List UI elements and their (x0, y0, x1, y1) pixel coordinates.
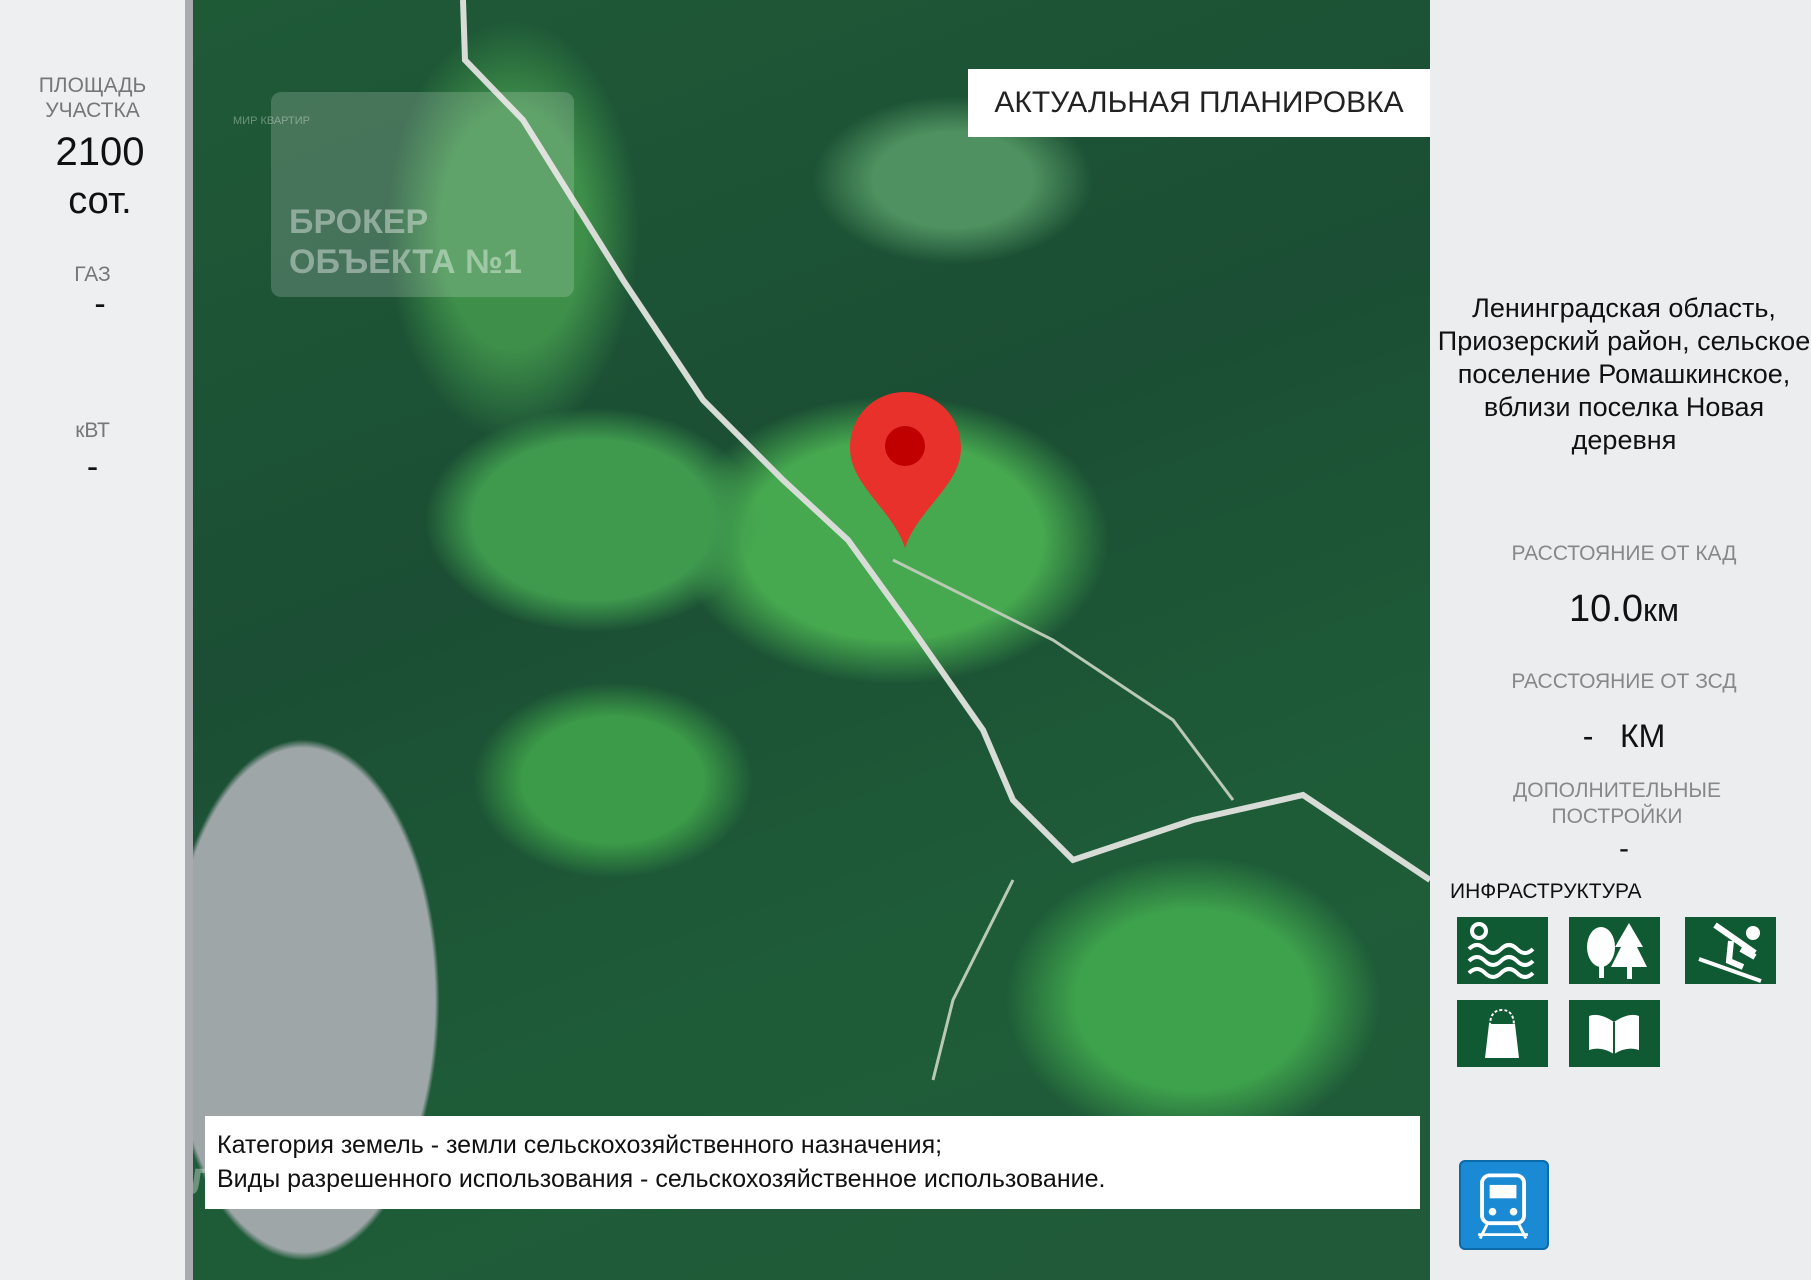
watermark-text: БРОКЕР ОБЪЕКТА №1 (289, 203, 522, 281)
zsd-unit: КМ (1620, 718, 1666, 754)
area-value: 2100 (55, 130, 145, 174)
shopping-icon (1457, 1000, 1548, 1067)
caption-line-2: Виды разрешенного использования - сельск… (217, 1165, 1106, 1193)
train-icon (1459, 1160, 1549, 1250)
map-title: АКТУАЛЬНАЯ ПЛАНИРОВКА (968, 69, 1430, 137)
gas-value: - (94, 285, 106, 323)
caption-line-1: Категория земель - земли сельскохозяйств… (217, 1131, 943, 1159)
forest-icon (1569, 917, 1660, 984)
location-pin-icon[interactable] (848, 390, 963, 550)
area-unit: сот. (68, 180, 132, 222)
book-icon (1569, 1000, 1660, 1067)
zsd-distance: - КМ (1437, 718, 1811, 755)
address: Ленинградская область, Приозерский район… (1437, 293, 1811, 455)
power-value: - (86, 448, 99, 486)
watermark-logo: МИР КВАРТИР (233, 115, 310, 127)
kad-label: РАССТОЯНИЕ ОТ КАД (1511, 542, 1737, 565)
zsd-value: - (1582, 718, 1594, 754)
power-label: кВТ (75, 419, 110, 442)
broker-watermark: БРОКЕР ОБЪЕКТА №1 (271, 92, 574, 297)
zsd-label: РАССТОЯНИЕ ОТ ЗСД (1511, 670, 1737, 693)
kad-distance: 10.0км (1437, 588, 1811, 631)
water-icon (1457, 917, 1548, 984)
kad-value: 10.0 (1569, 588, 1643, 630)
right-panel: Ленинградская область, Приозерский район… (1437, 0, 1811, 1280)
infrastructure-label: ИНФРАСТРУКТУРА (1450, 880, 1642, 903)
extra-buildings-value: - (1619, 832, 1629, 865)
area-label: ПЛОЩАДЬ УЧАСТКА (38, 74, 147, 122)
land-category-caption: Категория земель - земли сельскохозяйств… (205, 1116, 1420, 1209)
kad-unit: км (1642, 592, 1679, 628)
ski-icon (1685, 917, 1776, 984)
gas-label: ГАЗ (74, 263, 111, 286)
extra-buildings-label: ДОПОЛНИТЕЛЬНЫЕ ПОСТРОЙКИ (1513, 779, 1721, 828)
satellite-map[interactable]: БРОКЕР ОБЪЕКТА №1 МИР КВАРТИР АКТУАЛЬНАЯ… (193, 0, 1430, 1280)
left-panel: ПЛОЩАДЬ УЧАСТКА 2100 сот. ГАЗ - кВТ - (0, 0, 193, 1280)
